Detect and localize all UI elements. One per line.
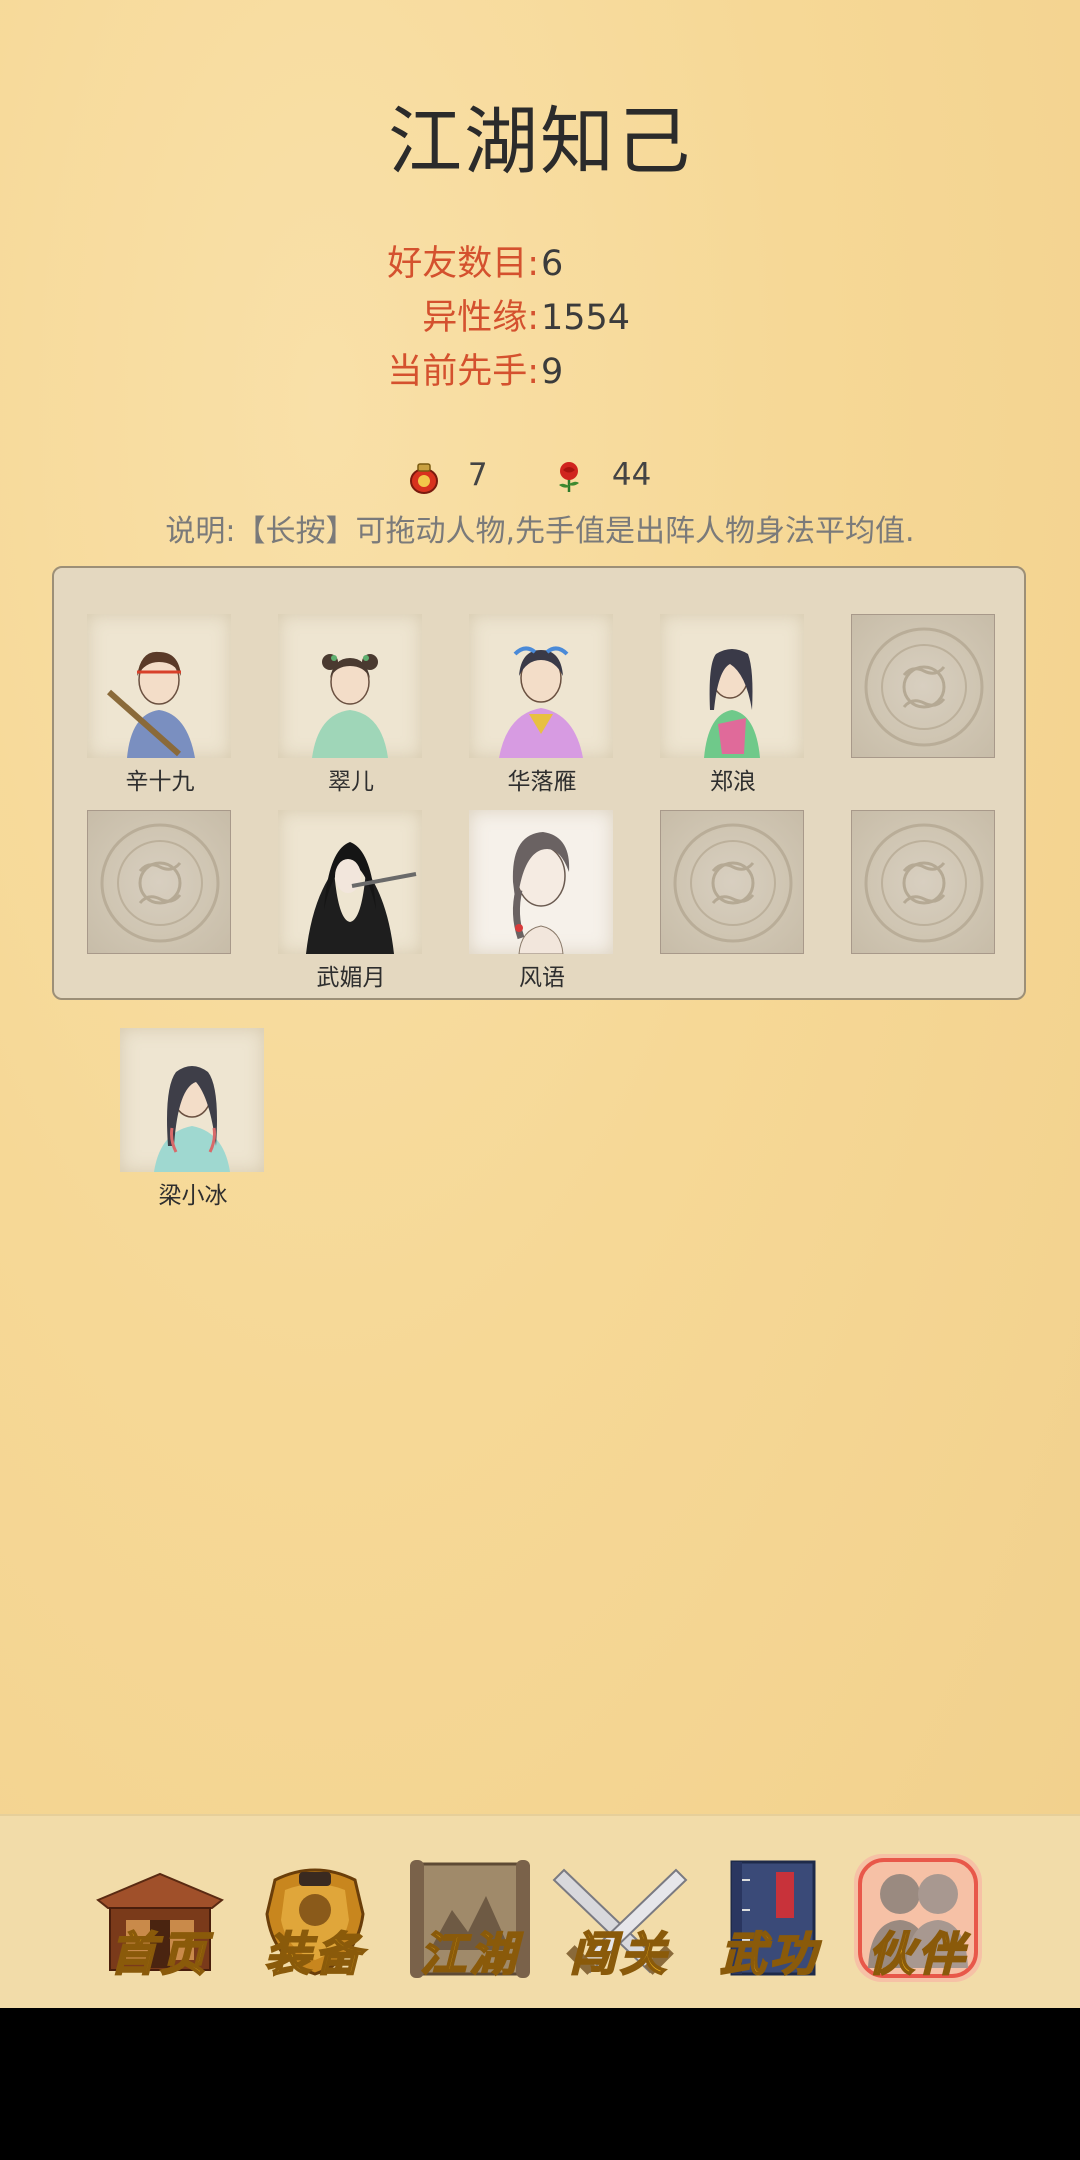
charm-row: 异性缘: 1554 <box>0 295 1080 341</box>
reserve-slot[interactable]: 梁小冰 <box>120 1028 266 1212</box>
charm-value: 1554 <box>541 298 631 338</box>
tab-martial-arts[interactable]: 武功 <box>700 1850 840 1990</box>
character-portrait[interactable] <box>660 614 804 758</box>
character-name <box>660 962 806 994</box>
empty-slot-emblem[interactable] <box>87 810 231 954</box>
tab-label: 装备 <box>264 1926 365 1982</box>
character-name: 郑浪 <box>710 769 756 795</box>
character-portrait[interactable] <box>120 1028 264 1172</box>
friend-count-value: 6 <box>541 244 564 284</box>
character-name: 辛十九 <box>125 769 195 795</box>
lineup-slot[interactable]: 辛十九 <box>87 614 233 798</box>
wine-resource: 7 <box>408 452 488 498</box>
character-name: 翠儿 <box>328 769 374 795</box>
rose-resource: 44 <box>554 452 651 498</box>
tab-label: 武功 <box>719 1926 820 1982</box>
tab-jianghu[interactable]: 江湖 <box>400 1850 540 1990</box>
tab-label: 闯关 <box>569 1926 670 1982</box>
friend-count-row: 好友数目: 6 <box>0 241 1080 287</box>
lineup-slot[interactable]: 翠儿 <box>278 614 424 798</box>
lineup-slot[interactable]: 华落雁 <box>469 614 615 798</box>
tab-label: 江湖 <box>419 1926 520 1982</box>
lineup-slot[interactable]: 风语 <box>469 810 615 994</box>
companions-screen: 江湖知己 好友数目: 6 异性缘: 1554 当前先手: 9 7 44 说明:【… <box>0 0 1080 2008</box>
empty-slot-emblem[interactable] <box>851 614 995 758</box>
lineup-slot-empty[interactable] <box>660 810 806 994</box>
charm-label: 异性缘: <box>422 298 539 338</box>
tab-challenge[interactable]: 闯关 <box>550 1850 690 1990</box>
friend-count-label: 好友数目: <box>387 244 539 284</box>
tab-label: 伙伴 <box>867 1926 968 1982</box>
rose-icon <box>559 461 579 492</box>
character-portrait[interactable] <box>278 810 422 954</box>
character-name: 梁小冰 <box>158 1183 228 1209</box>
character-name: 风语 <box>519 965 565 991</box>
empty-slot-emblem[interactable] <box>660 810 804 954</box>
character-name: 华落雁 <box>507 769 577 795</box>
lineup-slot-empty[interactable] <box>87 810 233 994</box>
system-nav-area <box>0 2008 1080 2160</box>
lineup-slot[interactable]: 武媚月 <box>278 810 424 994</box>
character-portrait[interactable] <box>469 810 613 954</box>
initiative-row: 当前先手: 9 <box>0 349 1080 395</box>
character-portrait[interactable] <box>87 614 231 758</box>
character-portrait[interactable] <box>469 614 613 758</box>
lineup-slot-empty[interactable] <box>851 614 997 798</box>
tab-companions[interactable]: 伙伴 <box>848 1850 988 1990</box>
lineup-panel: 辛十九 翠儿 华落雁 郑浪 武媚月 风语 <box>52 566 1026 1000</box>
character-name <box>851 962 997 994</box>
character-name: 武媚月 <box>316 965 386 991</box>
character-name <box>87 962 233 994</box>
page-title: 江湖知己 <box>388 99 692 185</box>
character-name <box>851 766 997 798</box>
lineup-slot-empty[interactable] <box>851 810 997 994</box>
instruction-note: 说明:【长按】可拖动人物,先手值是出阵人物身法平均值. <box>165 514 915 549</box>
wine-jar-icon <box>410 462 438 494</box>
tab-home[interactable]: 首页 <box>90 1850 230 1990</box>
lineup-slot[interactable]: 郑浪 <box>660 614 806 798</box>
wine-count: 7 <box>467 457 488 493</box>
empty-slot-emblem[interactable] <box>851 810 995 954</box>
initiative-value: 9 <box>541 352 564 392</box>
tab-equipment[interactable]: 装备 <box>245 1850 385 1990</box>
character-portrait[interactable] <box>278 614 422 758</box>
bottom-tab-bar: 首页 装备 江湖 闯关 武功 伙伴 <box>0 1814 1080 2008</box>
rose-count: 44 <box>611 457 652 493</box>
tab-label: 首页 <box>109 1926 210 1982</box>
initiative-label: 当前先手: <box>387 352 539 392</box>
